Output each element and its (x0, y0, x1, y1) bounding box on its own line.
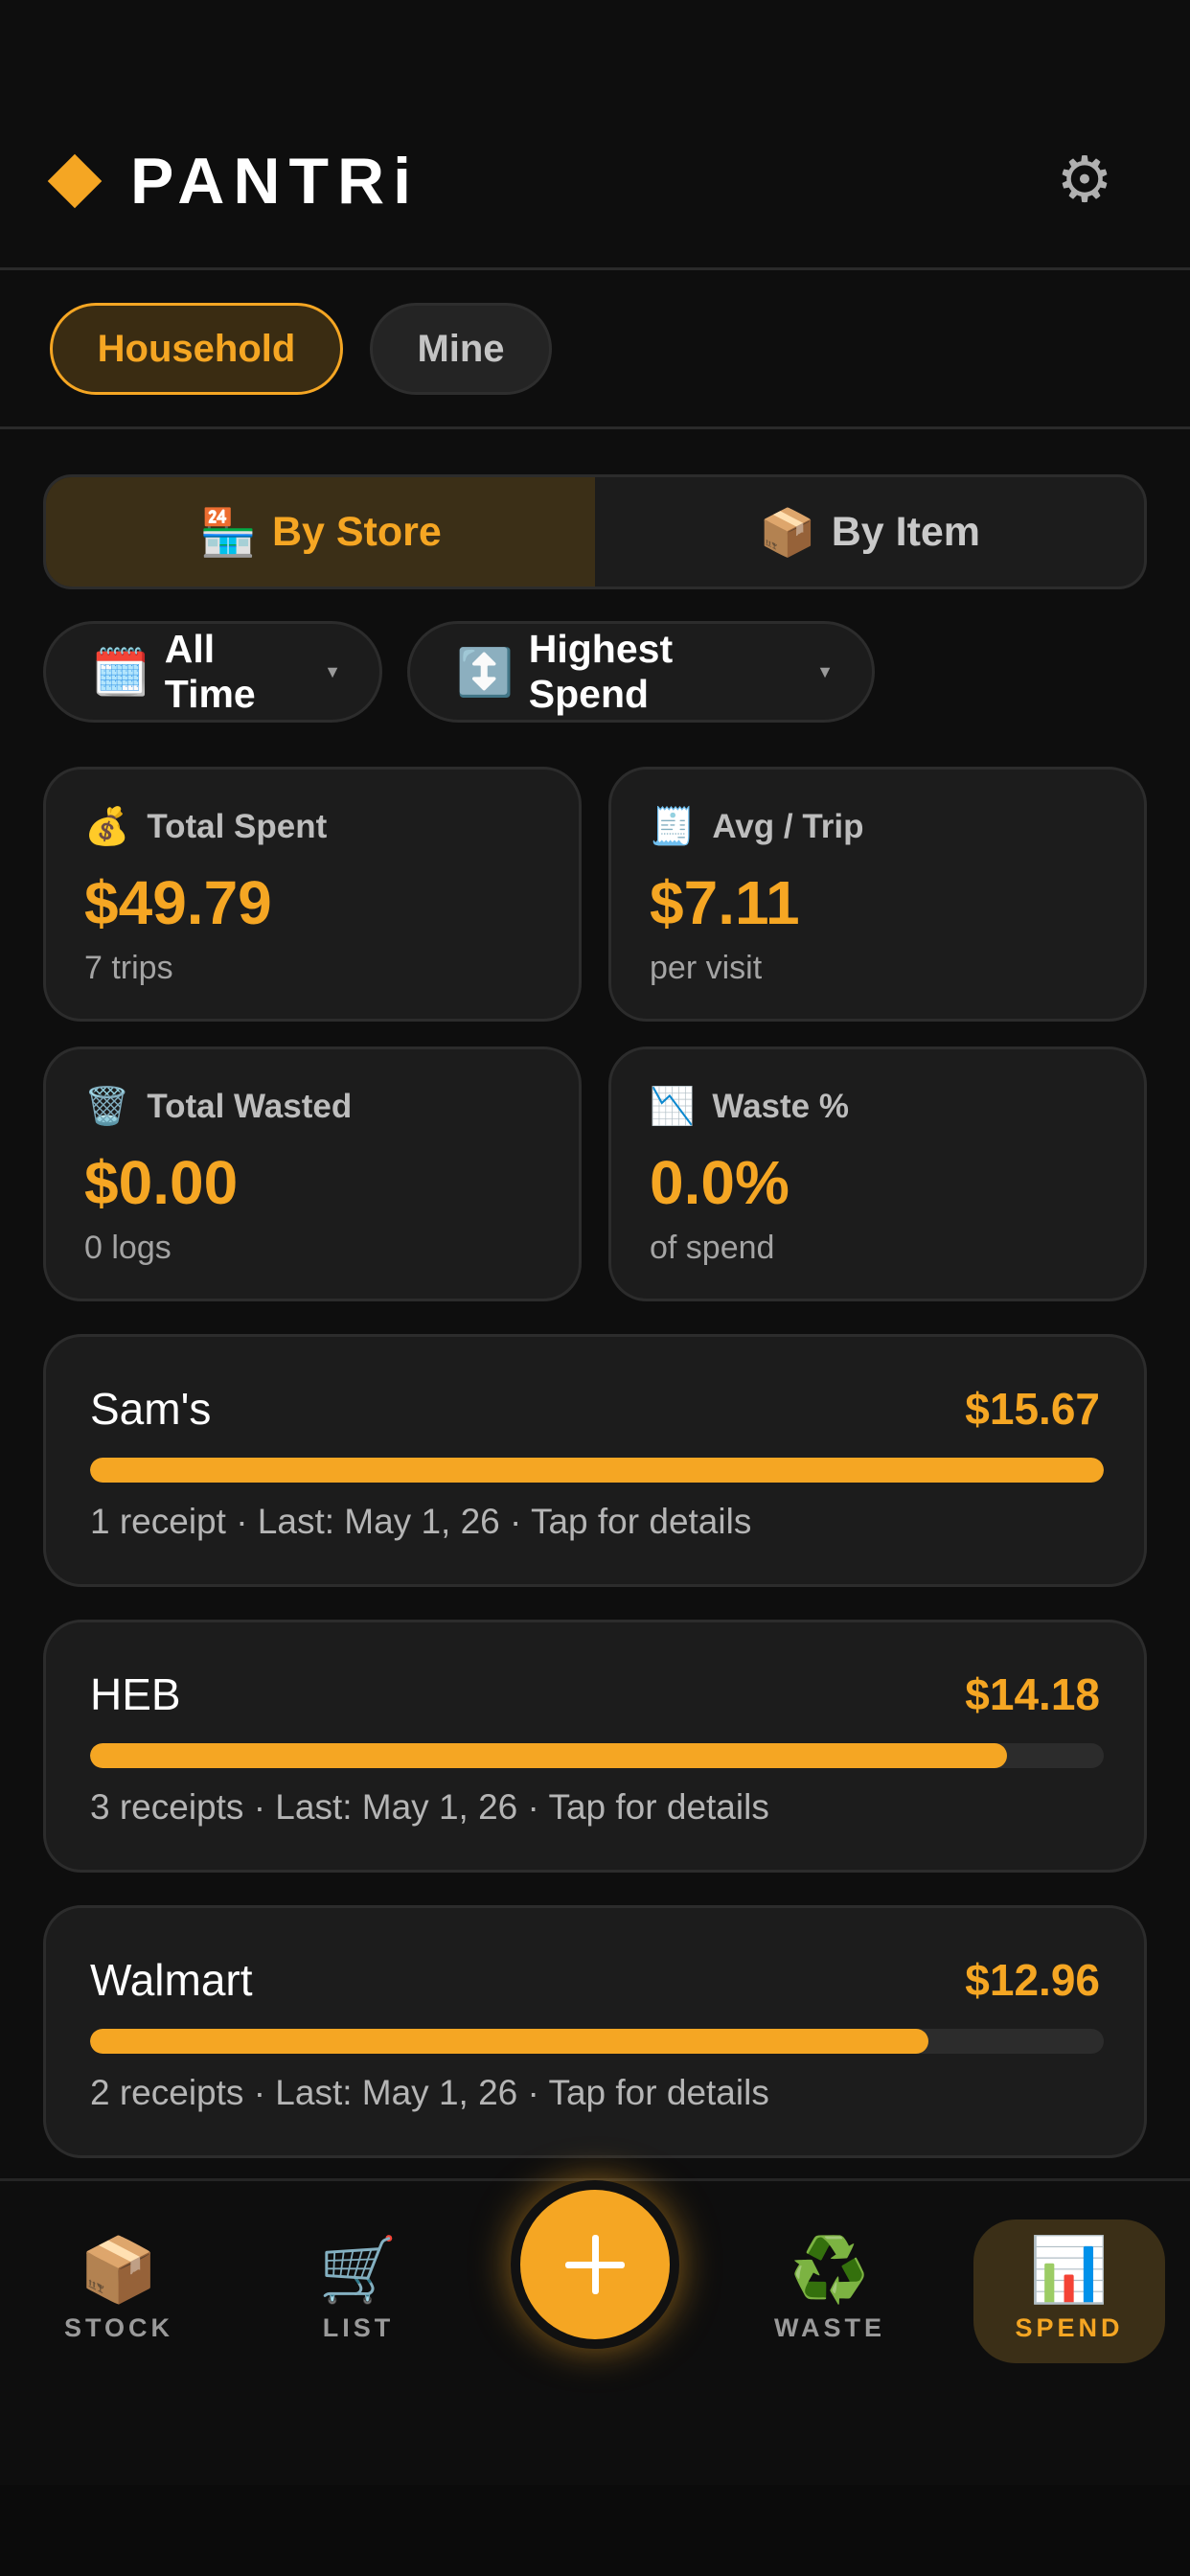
by-item-label: By Item (831, 508, 981, 555)
view-toggle: 🏪 By Store 📦 By Item (43, 474, 1147, 589)
nav-spend[interactable]: 📊 SPEND (973, 2220, 1165, 2363)
store-amount: $14.18 (965, 1669, 1100, 1719)
spend-bar-track (90, 1458, 1104, 1483)
cart-icon: 🛒 (318, 2234, 399, 2305)
waste-percent-sub: of spend (650, 1230, 775, 1266)
app-logo: PANTRi (47, 144, 421, 218)
sort-icon: ↕️ (456, 647, 514, 699)
calendar-icon: 🗓️ (92, 647, 149, 699)
app-title: PANTRi (130, 145, 421, 218)
spend-bar-fill (90, 2029, 928, 2054)
total-spent-sub: 7 trips (84, 950, 173, 986)
waste-percent-card: 📉 Waste % 0.0% of spend (608, 1046, 1147, 1301)
store-meta: 2 receipts · Last: May 1, 26 · Tap for d… (90, 2073, 769, 2112)
waste-percent-value: 0.0% (650, 1148, 790, 1217)
store-card[interactable]: HEB $14.18 3 receipts · Last: May 1, 26 … (43, 1620, 1147, 1873)
nav-waste[interactable]: ♻️ WASTE (734, 2231, 926, 2343)
home-indicator-area (0, 2485, 1190, 2576)
total-spent-label: Total Spent (147, 808, 328, 845)
total-wasted-card: 🗑️ Total Wasted $0.00 0 logs (43, 1046, 582, 1301)
package-icon: 📦 (758, 507, 816, 559)
store-name: Sam's (90, 1384, 212, 1434)
mine-scope-button[interactable]: Mine (370, 303, 552, 395)
avg-trip-value: $7.11 (650, 868, 800, 937)
store-icon: 🏪 (199, 507, 257, 559)
total-wasted-sub: 0 logs (84, 1230, 172, 1266)
spend-bar-fill (90, 1458, 1104, 1483)
nav-list[interactable]: 🛒 LIST (263, 2231, 454, 2343)
total-spent-card: 💰 Total Spent $49.79 7 trips (43, 767, 582, 1022)
nav-stock-label: STOCK (63, 2313, 173, 2342)
store-amount: $12.96 (965, 1955, 1100, 2005)
nav-list-label: LIST (322, 2313, 395, 2342)
by-item-tab[interactable]: 📦 By Item (595, 477, 1144, 586)
by-store-tab[interactable]: 🏪 By Store (46, 477, 595, 586)
recycle-icon: ♻️ (790, 2234, 870, 2305)
plus-icon (565, 2235, 625, 2294)
avg-trip-sub: per visit (650, 950, 763, 986)
time-filter-dropdown[interactable]: 🗓️ All Time ▼ (43, 621, 382, 723)
store-name: Walmart (90, 1955, 253, 2005)
gear-icon[interactable]: ⚙ (1044, 139, 1125, 219)
avg-trip-card: 🧾 Avg / Trip $7.11 per visit (608, 767, 1147, 1022)
scope-selector: Household Mine (0, 270, 1190, 429)
money-bag-icon: 💰 (84, 807, 130, 847)
nav-spend-label: SPEND (1015, 2313, 1124, 2342)
chart-down-icon: 📉 (650, 1087, 696, 1127)
chevron-down-icon: ▼ (324, 661, 341, 681)
store-amount: $15.67 (965, 1384, 1100, 1434)
sort-dropdown[interactable]: ↕️ Highest Spend ▼ (407, 621, 875, 723)
spend-bar-fill (90, 1743, 1008, 1768)
total-wasted-label: Total Wasted (147, 1088, 353, 1125)
store-meta: 1 receipt · Last: May 1, 26 · Tap for de… (90, 1502, 752, 1541)
bar-chart-icon: 📊 (1029, 2234, 1110, 2305)
nav-waste-label: WASTE (773, 2313, 885, 2342)
trash-icon: 🗑️ (84, 1087, 130, 1127)
sort-label: Highest Spend (528, 627, 674, 716)
time-filter-label: All Time (164, 627, 256, 716)
receipt-icon: 🧾 (650, 807, 696, 847)
store-name: HEB (90, 1669, 181, 1719)
total-spent-value: $49.79 (84, 868, 272, 937)
household-scope-button[interactable]: Household (50, 303, 343, 395)
add-button[interactable] (511, 2180, 679, 2349)
store-meta: 3 receipts · Last: May 1, 26 · Tap for d… (90, 1787, 769, 1827)
nav-stock[interactable]: 📦 STOCK (23, 2231, 215, 2343)
total-wasted-value: $0.00 (84, 1148, 239, 1217)
by-store-label: By Store (271, 508, 442, 555)
store-card[interactable]: Sam's $15.67 1 receipt · Last: May 1, 26… (43, 1334, 1147, 1587)
avg-trip-label: Avg / Trip (712, 808, 864, 845)
store-card[interactable]: Walmart $12.96 2 receipts · Last: May 1,… (43, 1905, 1147, 2158)
spend-bar-track (90, 1743, 1104, 1768)
box-icon: 📦 (79, 2234, 159, 2305)
diamond-icon (47, 153, 103, 209)
waste-percent-label: Waste % (712, 1088, 849, 1125)
app-header: PANTRi ⚙ (0, 0, 1190, 270)
spend-bar-track (90, 2029, 1104, 2054)
chevron-down-icon: ▼ (816, 661, 834, 681)
